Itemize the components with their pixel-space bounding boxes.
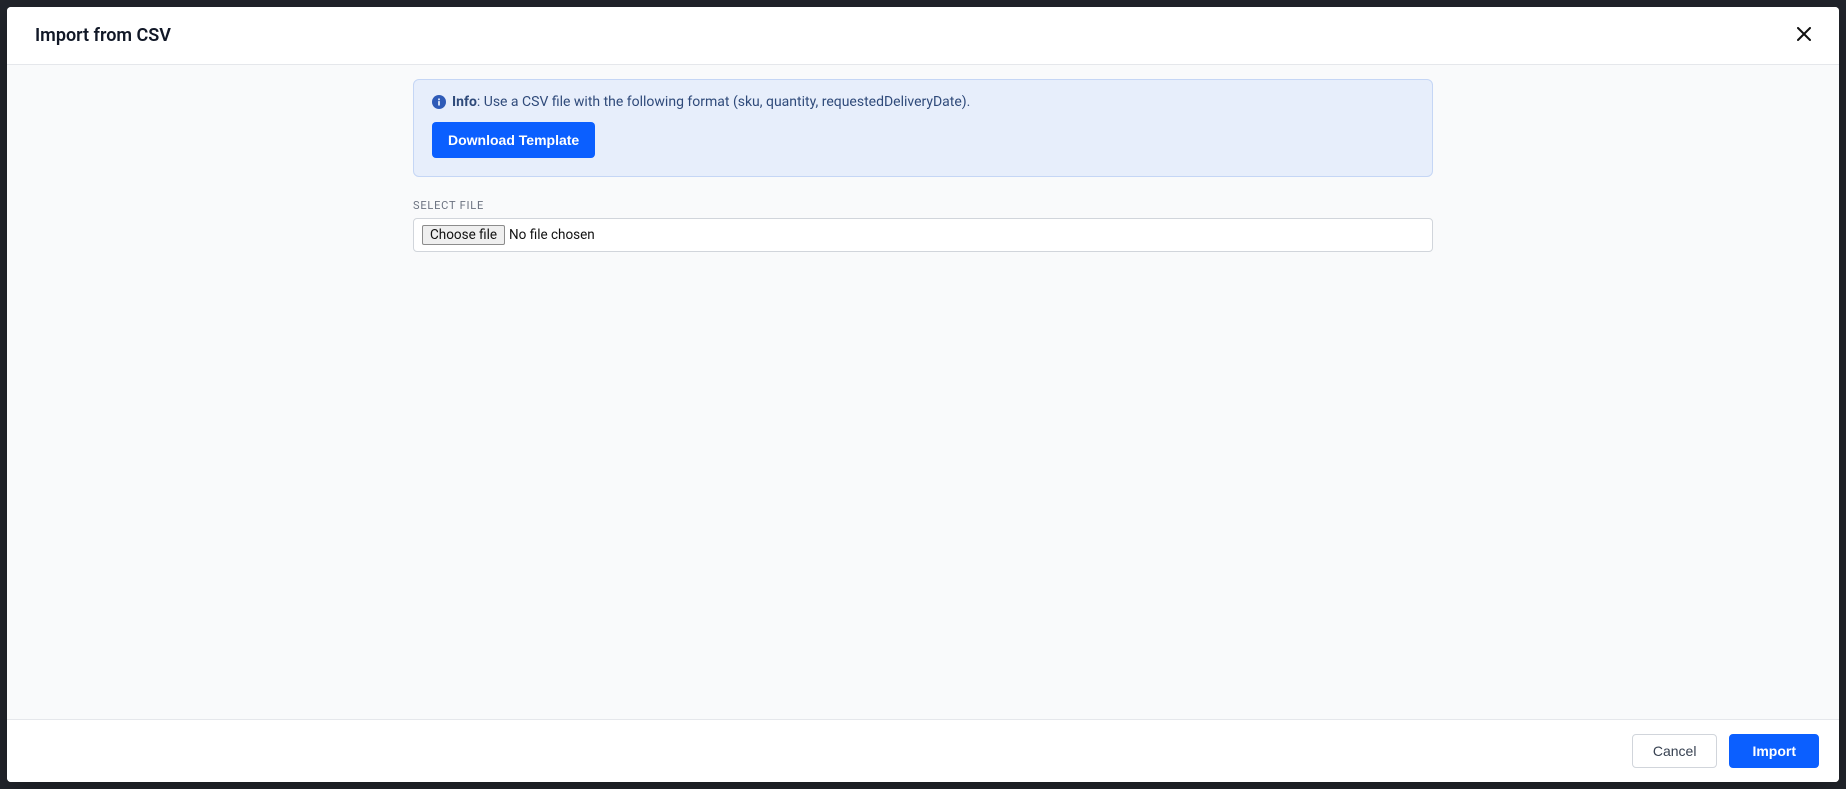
cancel-button[interactable]: Cancel (1632, 734, 1718, 768)
choose-file-button[interactable]: Choose file (422, 225, 505, 245)
file-input[interactable]: Choose file No file chosen (413, 218, 1433, 252)
select-file-label: SELECT FILE (413, 199, 1433, 212)
file-status-text: No file chosen (509, 227, 595, 243)
modal-footer: Cancel Import (7, 719, 1839, 782)
info-alert: Info: Use a CSV file with the following … (413, 79, 1433, 177)
import-csv-modal: Import from CSV Info: Use a CSV file wit… (7, 7, 1839, 782)
download-template-button[interactable]: Download Template (432, 122, 595, 158)
content-wrap: Info: Use a CSV file with the following … (403, 79, 1443, 719)
modal-body: Info: Use a CSV file with the following … (7, 65, 1839, 719)
close-button[interactable] (1791, 21, 1817, 50)
info-icon (432, 95, 446, 109)
info-text-container: Info: Use a CSV file with the following … (452, 94, 970, 110)
close-icon (1797, 27, 1811, 44)
import-button[interactable]: Import (1729, 734, 1819, 768)
info-label: Info (452, 94, 477, 110)
modal-title: Import from CSV (35, 25, 171, 46)
info-text: Use a CSV file with the following format… (484, 94, 971, 110)
info-line: Info: Use a CSV file with the following … (432, 94, 1414, 110)
modal-header: Import from CSV (7, 7, 1839, 65)
info-separator: : (477, 94, 484, 110)
